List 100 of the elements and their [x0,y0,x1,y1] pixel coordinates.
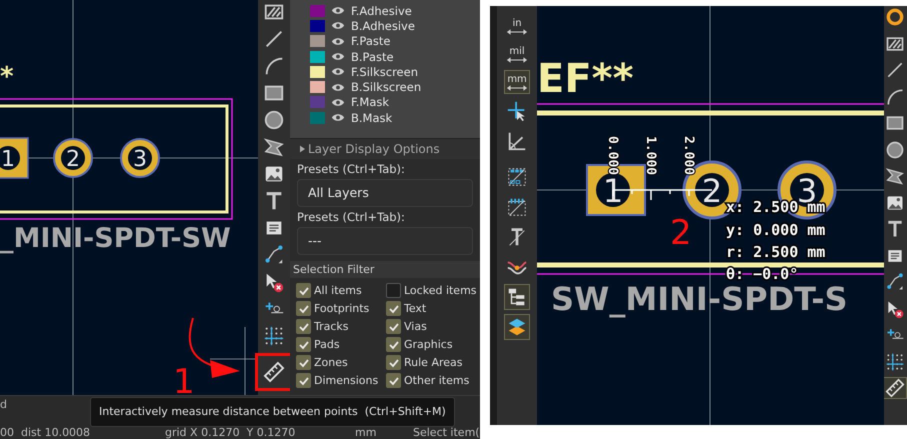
ruler-label: 2.000 [680,136,696,176]
layer-name[interactable]: B.Silkscreen [351,80,422,94]
pad-number: 3 [133,147,147,172]
layer-color-swatch[interactable] [310,81,325,94]
checkbox-label[interactable]: Text [404,302,426,316]
checkbox-label[interactable]: All items [314,284,362,298]
via-ring-icon [885,7,906,27]
measurement-readout: y: 0.000 mm [726,221,826,239]
status-text: Select item( [413,427,480,439]
unit-button[interactable]: mil [504,42,530,66]
selection-filter-header: Selection Filter [290,261,480,278]
reference-text: * [0,62,14,92]
checkbox-label[interactable]: Dimensions [314,374,378,388]
checkbox-label[interactable]: Locked items [404,284,477,298]
checkbox[interactable] [296,373,311,388]
chip-icon [506,166,528,188]
status-text: mm [355,427,376,439]
checkbox[interactable] [296,283,311,298]
checkbox-label[interactable]: Other items [404,374,470,388]
polygon-icon [263,136,285,158]
checkbox[interactable] [386,337,401,352]
pad-number: 1 [1,147,15,172]
unit-button[interactable]: in [504,14,530,38]
layer-color-swatch[interactable] [310,50,325,63]
presets-label: Presets (Ctrl+Tab): [297,210,406,224]
checkbox-label[interactable]: Graphics [404,338,453,352]
checkbox[interactable] [386,283,401,298]
checkbox[interactable] [296,337,311,352]
expand-triangle-icon [300,145,305,154]
status-text: grid X 0.1270 Y 0.1270 [165,427,296,439]
tree-tool-button[interactable] [504,284,530,310]
eye-icon[interactable] [331,67,345,76]
checkbox[interactable] [386,319,401,334]
ruler-icon [263,361,285,383]
layer-name[interactable]: F.Paste [351,34,390,48]
angle-icon [506,130,528,152]
ruler-tool-button[interactable] [884,377,907,399]
checkbox-label[interactable]: Footprints [314,302,370,316]
checkbox[interactable] [296,355,311,370]
unit-button[interactable]: mm [504,70,530,94]
ruler-icon [885,378,906,398]
polygon-tool-button[interactable] [884,165,907,187]
double-arrow-icon [506,56,528,62]
layer-color-swatch[interactable] [310,4,325,17]
checkbox[interactable] [296,319,311,334]
chip-icon [506,196,528,218]
ruler-label: 0.000 [604,136,620,176]
eye-icon[interactable] [331,36,345,46]
pad-number: 2 [66,147,80,172]
checkbox[interactable] [296,301,311,316]
double-arrow-icon [506,28,528,34]
layer-name[interactable]: B.Mask [351,110,392,125]
layer-color-swatch[interactable] [310,96,325,108]
layers-tool-button[interactable] [504,314,530,340]
reference-text: EF** [536,56,634,102]
layer-color-swatch[interactable] [310,112,325,124]
eye-icon[interactable] [331,82,345,92]
arc-icon [263,55,285,77]
eye-icon[interactable] [331,21,345,30]
annotation-number: 2 [670,213,692,253]
layer-name[interactable]: F.Silkscreen [351,64,418,79]
checkbox[interactable] [386,301,401,316]
layer-display-options-toggle[interactable]: Layer Display Options [290,138,480,160]
checkbox-label[interactable]: Rule Areas [404,356,462,370]
checkbox-label[interactable]: Vias [404,320,427,334]
layer-name[interactable]: F.Mask [351,95,390,110]
annotation-number: 1 [173,362,195,395]
dimension-icon [263,244,285,266]
layer-color-swatch[interactable] [310,35,325,48]
dimension-icon [885,272,906,292]
eye-icon[interactable] [331,98,345,107]
checkbox[interactable] [386,355,401,370]
pad[interactable] [53,138,93,178]
status-text: d [0,397,7,411]
pad-number: 2 [702,172,722,210]
checkbox-label[interactable]: Tracks [314,320,349,334]
eye-icon[interactable] [331,6,345,16]
circle-icon [263,109,285,131]
status-text: 00 dist 10.0008 [0,427,90,439]
presets-dropdown[interactable]: All Layers [297,179,473,208]
layer-color-swatch[interactable] [310,66,325,78]
line-icon [263,28,285,50]
checkbox[interactable] [386,373,401,388]
eye-icon[interactable] [331,52,345,62]
circle-icon [885,140,906,160]
pad[interactable] [0,137,29,179]
layer-name[interactable]: F.Adhesive [351,4,412,18]
layer-color-swatch[interactable] [310,20,325,32]
checkbox-label[interactable]: Zones [314,356,348,370]
checkbox-label[interactable]: Pads [314,338,340,352]
presets-dropdown[interactable]: --- [297,227,473,256]
presets-label: Presets (Ctrl+Tab): [297,162,406,176]
layer-name[interactable]: B.Paste [351,50,394,64]
grid-icon [885,352,906,372]
layer-name[interactable]: B.Adhesive [351,18,415,33]
tooltip: Interactively measure distance between points (Ctrl+Shift+M) [90,397,455,427]
grid-icon [263,325,285,347]
pad[interactable] [120,138,160,178]
eye-icon[interactable] [331,113,345,122]
double-arrow-icon [506,84,528,90]
